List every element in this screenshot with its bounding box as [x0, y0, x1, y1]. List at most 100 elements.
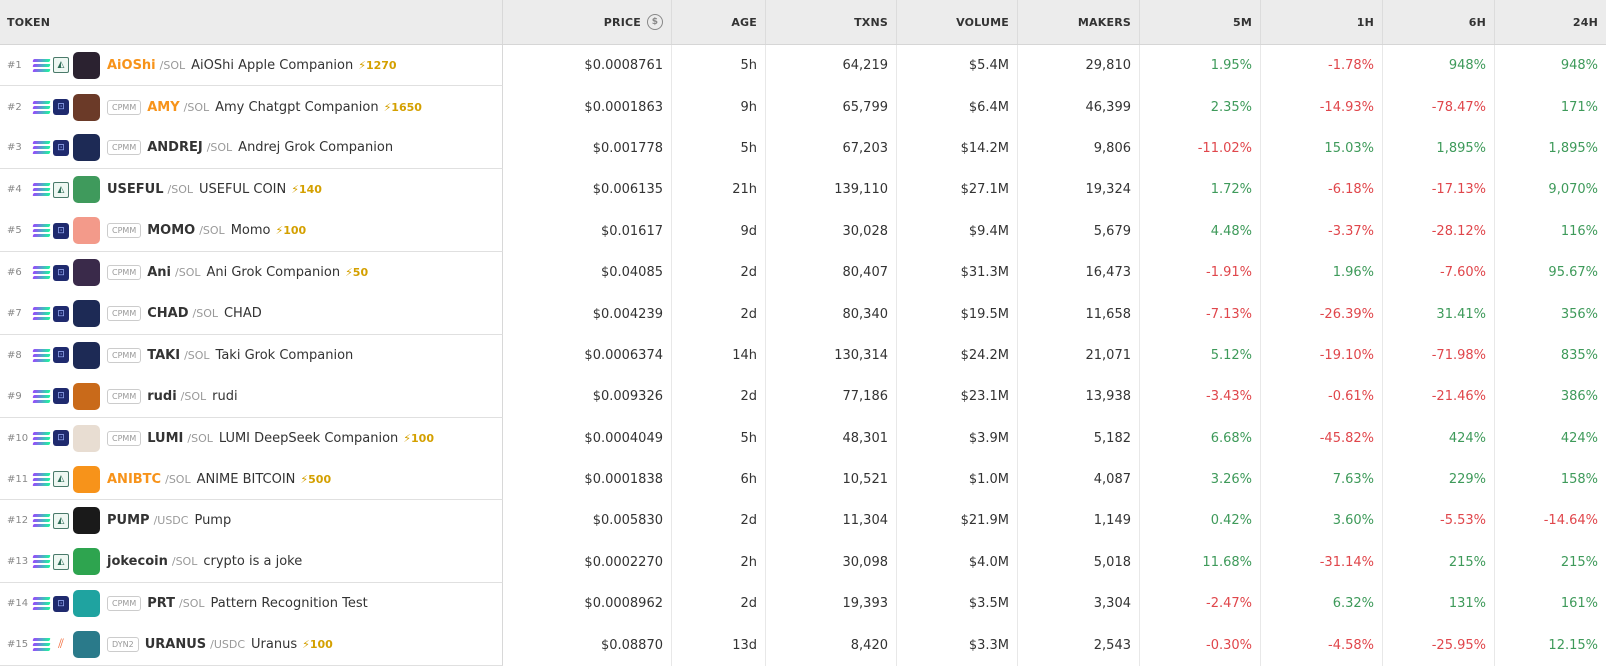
col-volume-header[interactable]: VOLUME: [897, 0, 1018, 44]
token-cell[interactable]: #12 ◭ PUMP/USDC Pump: [0, 500, 503, 542]
token-name: CHAD: [223, 306, 262, 322]
table-row[interactable]: #13 ◭ jokecoin/SOL crypto is a joke $0.00022…: [0, 541, 1606, 584]
boost-badge[interactable]: ⚡1270: [358, 59, 396, 72]
dex-tag: CPMM: [107, 99, 142, 115]
boost-badge[interactable]: ⚡500: [300, 473, 331, 486]
solana-chain-icon: [32, 141, 51, 155]
age-cell: 6h: [672, 458, 766, 501]
boost-badge[interactable]: ⚡1650: [384, 101, 422, 114]
rank-label: #1: [7, 59, 22, 71]
change-24h-cell: 158%: [1560, 472, 1598, 488]
price-cell: $0.009326: [503, 376, 672, 418]
token-cell[interactable]: #7 ⊡ CPMM CHAD/SOL CHAD: [0, 293, 503, 335]
token-cell[interactable]: #4 ◭ USEFUL/SOL USEFUL COIN ⚡140: [0, 169, 503, 211]
age-cell: 5h: [672, 417, 766, 459]
change-6h-cell: -25.95%: [1383, 624, 1495, 666]
change-5m-cell: 2.35%: [1140, 86, 1261, 128]
table-row[interactable]: #9 ⊡ CPMM rudi/SOL rudi $0.009326 2d 77,186 $23.…: [0, 376, 1606, 418]
boost-badge[interactable]: ⚡50: [345, 266, 368, 279]
col-makers-header[interactable]: MAKERS: [1018, 0, 1140, 44]
txns-cell: 10,521: [766, 458, 897, 501]
change-5m-cell: -2.47%: [1140, 583, 1261, 625]
table-row[interactable]: #1 ◭ AiOShi/SOL AiOShi Apple Companion ⚡1270…: [0, 45, 1606, 87]
token-avatar: [73, 259, 100, 287]
raydium-dex-icon: ◭: [53, 512, 69, 529]
change-1h-cell: -45.82%: [1261, 417, 1383, 459]
col-24h-header[interactable]: 24H: [1495, 0, 1606, 44]
token-cell[interactable]: #6 ⊡ CPMM Ani/SOL Ani Grok Companion ⚡50: [0, 251, 503, 294]
boost-badge[interactable]: ⚡100: [403, 432, 434, 445]
boost-badge[interactable]: ⚡100: [302, 638, 333, 651]
table-row[interactable]: #14 ⊡ CPMM PRT/SOL Pattern Recognition Test $…: [0, 583, 1606, 625]
dex-tag: CPMM: [107, 306, 142, 322]
token-avatar: [73, 217, 100, 245]
table-row[interactable]: #3 ⊡ CPMM ANDREJ/SOL Andrej Grok Companion $0…: [0, 127, 1606, 170]
table-row[interactable]: #2 ⊡ CPMM AMY/SOL Amy Chatgpt Companion ⚡1650…: [0, 86, 1606, 128]
change-1h-cell: -1.78%: [1261, 45, 1383, 87]
token-cell[interactable]: #9 ⊡ CPMM rudi/SOL rudi: [0, 376, 503, 418]
txns-cell: 65,799: [766, 86, 897, 128]
txns-cell: 8,420: [766, 624, 897, 666]
rank-label: #12: [7, 515, 29, 527]
table-row[interactable]: #10 ⊡ CPMM LUMI/SOL LUMI DeepSeek Companion ⚡…: [0, 417, 1606, 459]
boost-badge[interactable]: ⚡140: [291, 183, 322, 196]
token-symbol: TAKI: [147, 347, 181, 363]
solana-chain-icon: [32, 100, 51, 114]
age-cell: 9d: [672, 210, 766, 252]
token-symbol: MOMO: [147, 223, 196, 239]
token-cell[interactable]: #1 ◭ AiOShi/SOL AiOShi Apple Companion ⚡1270: [0, 45, 503, 87]
boost-badge[interactable]: ⚡100: [275, 224, 306, 237]
col-age-header[interactable]: AGE: [672, 0, 766, 44]
table-row[interactable]: #6 ⊡ CPMM Ani/SOL Ani Grok Companion ⚡50 $0.04…: [0, 251, 1606, 294]
token-cell[interactable]: #11 ◭ ANIBTC/SOL ANIME BITCOIN ⚡500: [0, 458, 503, 501]
txns-cell: 30,028: [766, 210, 897, 252]
col-token-header[interactable]: TOKEN: [0, 0, 503, 44]
cpmm-dex-icon: ⊡: [53, 388, 69, 405]
rank-label: #15: [7, 639, 29, 651]
token-avatar: [73, 548, 100, 576]
makers-cell: 46,399: [1018, 86, 1140, 128]
txns-cell: 67,203: [766, 127, 897, 170]
txns-cell: 48,301: [766, 417, 897, 459]
table-row[interactable]: #7 ⊡ CPMM CHAD/SOL CHAD $0.004239 2d 80,340 $19.…: [0, 293, 1606, 335]
token-cell[interactable]: #5 ⊡ CPMM MOMO/SOL Momo ⚡100: [0, 210, 503, 252]
dollar-icon[interactable]: $: [647, 14, 663, 30]
quote-currency: /SOL: [192, 307, 218, 321]
token-cell[interactable]: #15 ⫽ DYN2 URANUS/USDC Uranus ⚡100: [0, 624, 503, 666]
dex-tag: CPMM: [107, 265, 142, 281]
makers-cell: 21,071: [1018, 334, 1140, 377]
volume-cell: $6.4M: [897, 86, 1018, 128]
token-cell[interactable]: #14 ⊡ CPMM PRT/SOL Pattern Recognition Test: [0, 583, 503, 625]
solana-chain-icon: [32, 638, 51, 652]
quote-currency: /SOL: [206, 141, 233, 155]
token-cell[interactable]: #3 ⊡ CPMM ANDREJ/SOL Andrej Grok Companion: [0, 127, 503, 170]
txns-cell: 80,407: [766, 251, 897, 294]
volume-cell: $31.3M: [897, 251, 1018, 294]
table-row[interactable]: #5 ⊡ CPMM MOMO/SOL Momo ⚡100 $0.01617 9d 30,028 $…: [0, 210, 1606, 252]
table-row[interactable]: #4 ◭ USEFUL/SOL USEFUL COIN ⚡140 $0.006135 21h…: [0, 169, 1606, 211]
volume-cell: $3.5M: [897, 583, 1018, 625]
token-cell[interactable]: #8 ⊡ CPMM TAKI/SOL Taki Grok Companion: [0, 334, 503, 377]
col-price-header[interactable]: PRICE $: [503, 0, 672, 44]
volume-cell: $21.9M: [897, 500, 1018, 542]
token-cell[interactable]: #2 ⊡ CPMM AMY/SOL Amy Chatgpt Companion ⚡1650: [0, 86, 503, 128]
change-1h-cell: -0.61%: [1261, 376, 1383, 418]
token-symbol: ANDREJ: [147, 140, 203, 156]
cpmm-dex-icon: ⊡: [53, 595, 69, 612]
table-row[interactable]: #15 ⫽ DYN2 URANUS/USDC Uranus ⚡100 $0.08870 13d…: [0, 624, 1606, 666]
age-cell: 2h: [672, 541, 766, 584]
table-row[interactable]: #11 ◭ ANIBTC/SOL ANIME BITCOIN ⚡500 $0.000183…: [0, 458, 1606, 501]
change-24h-cell: 95.67%: [1548, 265, 1598, 281]
table-row[interactable]: #8 ⊡ CPMM TAKI/SOL Taki Grok Companion $0.000…: [0, 334, 1606, 377]
table-body: #1 ◭ AiOShi/SOL AiOShi Apple Companion ⚡1270…: [0, 45, 1606, 666]
col-txns-header[interactable]: TXNS: [766, 0, 897, 44]
quote-currency: /SOL: [171, 555, 198, 569]
price-cell: $0.006135: [503, 169, 672, 211]
col-5m-header[interactable]: 5M: [1140, 0, 1261, 44]
table-row[interactable]: #12 ◭ PUMP/USDC Pump $0.005830 2d 11,304 $21.9M…: [0, 500, 1606, 542]
change-5m-cell: 5.12%: [1140, 334, 1261, 377]
col-1h-header[interactable]: 1H: [1261, 0, 1383, 44]
token-cell[interactable]: #10 ⊡ CPMM LUMI/SOL LUMI DeepSeek Companion ⚡…: [0, 417, 503, 459]
col-6h-header[interactable]: 6H: [1383, 0, 1495, 44]
token-cell[interactable]: #13 ◭ jokecoin/SOL crypto is a joke: [0, 541, 503, 584]
